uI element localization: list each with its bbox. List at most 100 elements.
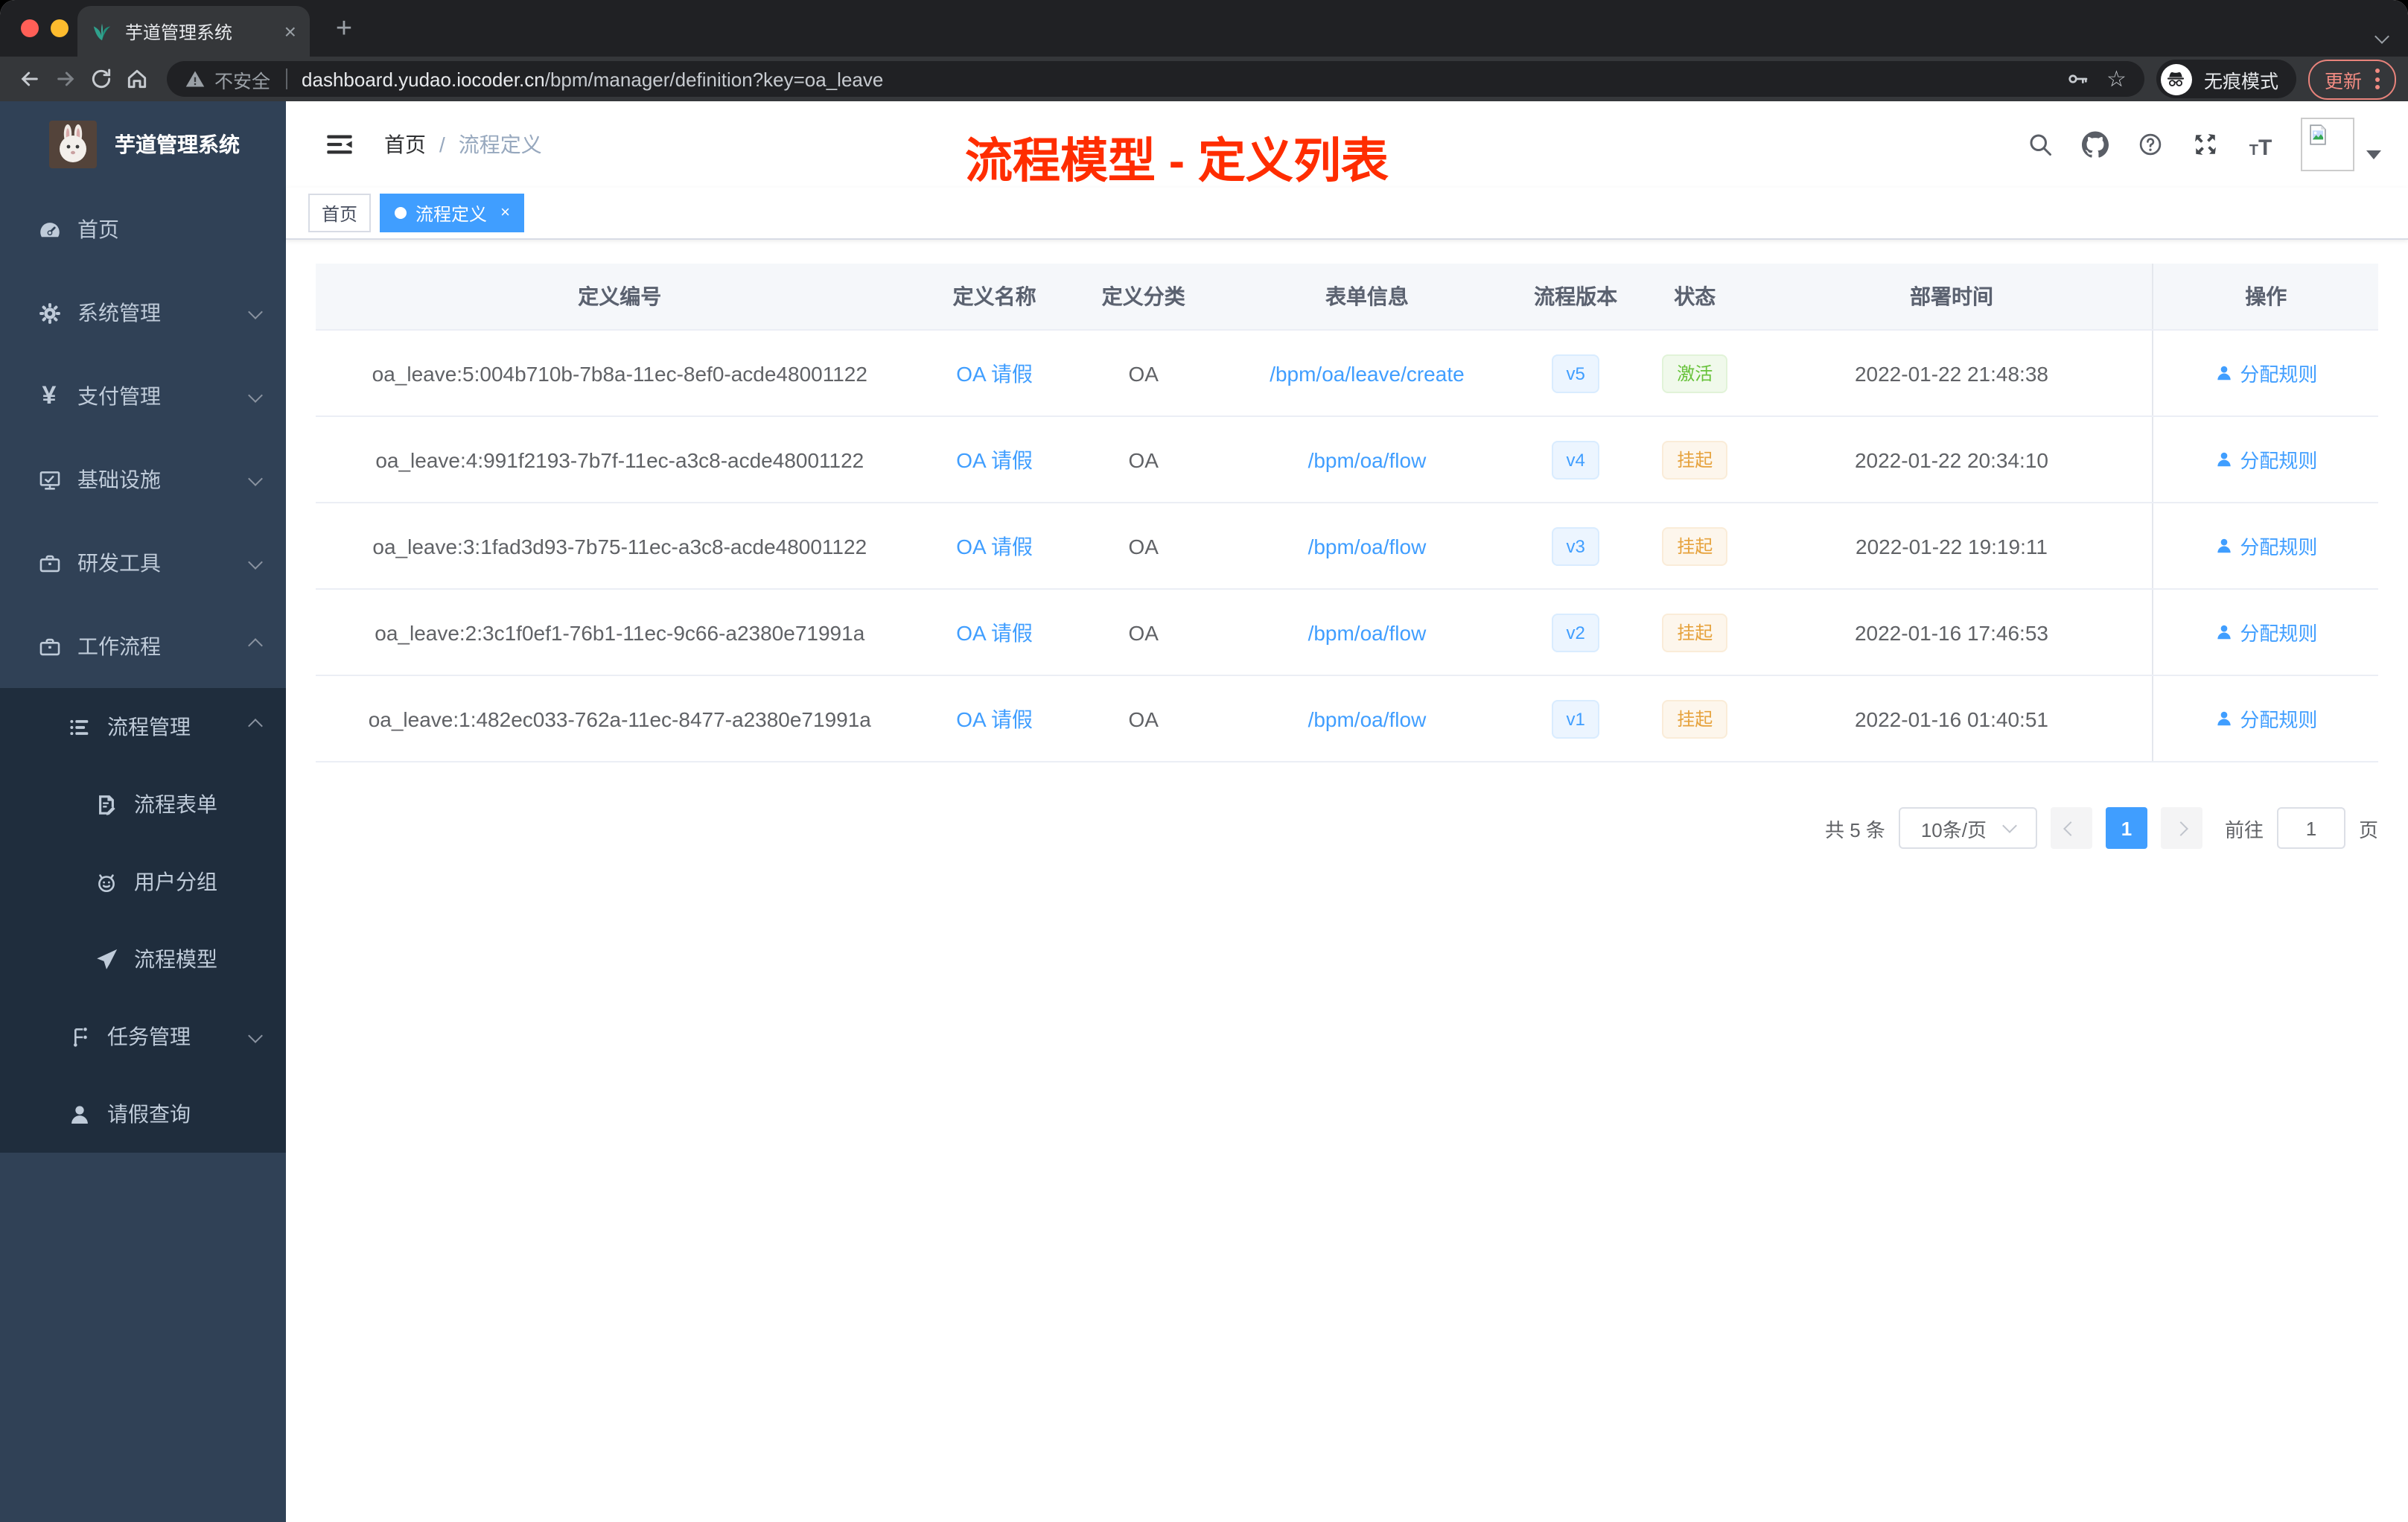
user-avatar-menu[interactable] <box>2301 118 2381 171</box>
sidebar-item-label: 请假查询 <box>107 1102 191 1126</box>
tag-close-icon[interactable]: × <box>500 204 510 222</box>
page-size-select[interactable]: 10条/页 <box>1898 807 2037 849</box>
sidebar-item-label: 支付管理 <box>77 384 161 408</box>
tab-title: 芋道管理系统 <box>125 22 233 42</box>
version-badge: v3 <box>1551 526 1600 565</box>
person-icon <box>2217 625 2231 640</box>
definition-name-link[interactable]: OA 请假 <box>956 448 1033 471</box>
next-page-button[interactable] <box>2160 807 2202 849</box>
security-label[interactable]: 不安全 <box>214 65 270 93</box>
page-number-1[interactable]: 1 <box>2105 807 2147 849</box>
table-row: oa_leave:4:991f2193-7b7f-11ec-a3c8-acde4… <box>316 416 2378 503</box>
sidebar-item-process-management[interactable]: 流程管理 <box>0 688 286 765</box>
back-button[interactable] <box>12 61 48 97</box>
person-icon <box>2217 366 2231 380</box>
minimize-window-button[interactable] <box>51 19 69 37</box>
page-annotation: 流程模型 - 定义列表 <box>965 134 1389 188</box>
definition-name-link[interactable]: OA 请假 <box>956 707 1033 730</box>
deploy-time: 2022-01-22 20:34:10 <box>1854 448 2048 471</box>
forward-button[interactable] <box>48 61 83 97</box>
column-header-6: 部署时间 <box>1751 264 2153 331</box>
sidebar-item-infrastructure[interactable]: 基础设施 <box>0 438 286 521</box>
form-link[interactable]: /bpm/oa/flow <box>1308 620 1427 644</box>
sidebar-item-system-management[interactable]: 系统管理 <box>0 271 286 354</box>
address-bar[interactable]: 不安全 dashboard.yudao.iocoder.cn /bpm/mana… <box>167 61 2144 97</box>
assign-rule-link[interactable]: 分配规则 <box>2214 532 2317 560</box>
url-divider <box>285 69 287 89</box>
assign-rule-link[interactable]: 分配规则 <box>2214 704 2317 733</box>
sidebar-item-leave-query[interactable]: 请假查询 <box>0 1075 286 1153</box>
sidebar-item-label: 流程管理 <box>107 715 191 739</box>
workflow-submenu: 流程管理流程表单 用户分组 流程模型 任务管理请假查询 <box>0 688 286 1153</box>
sidebar-item-task-management[interactable]: 任务管理 <box>0 998 286 1075</box>
chevron-down-icon <box>248 1028 263 1043</box>
tree-icon <box>66 1023 92 1050</box>
new-tab-button[interactable]: + <box>325 10 363 49</box>
sidebar-item-payment-management[interactable]: ¥ 支付管理 <box>0 354 286 438</box>
sidebar-item-process-form[interactable]: 流程表单 <box>0 765 286 843</box>
browser-menu-dots-icon[interactable] <box>2375 69 2380 89</box>
tab-close-icon[interactable]: × <box>284 21 296 42</box>
reload-button[interactable] <box>83 61 119 97</box>
home-button[interactable] <box>119 61 155 97</box>
sidebar-item-user-group[interactable]: 用户分组 <box>0 843 286 920</box>
chevron-left-icon <box>2064 821 2079 835</box>
definition-name-link[interactable]: OA 请假 <box>956 534 1033 558</box>
sidebar-fold-icon[interactable] <box>325 130 354 159</box>
close-window-button[interactable] <box>21 19 39 37</box>
deploy-time: 2022-01-22 19:19:11 <box>1856 534 2048 558</box>
breadcrumb-home[interactable]: 首页 <box>384 130 426 159</box>
deploy-time: 2022-01-16 01:40:51 <box>1854 707 2048 730</box>
assign-rule-link[interactable]: 分配规则 <box>2214 618 2317 646</box>
goto-label: 前往 <box>2224 818 2264 841</box>
chevron-down-icon <box>248 471 263 486</box>
sidebar-logo[interactable]: 芋道管理系统 <box>0 101 286 188</box>
version-badge: v2 <box>1551 613 1600 652</box>
definition-table: 定义编号 定义名称 定义分类 表单信息 流程版本 状态 部署时间 操作 oa_leave:5:… <box>316 264 2378 762</box>
sidebar-item-dev-tools[interactable]: 研发工具 <box>0 521 286 605</box>
font-size-icon[interactable]: TT <box>2246 130 2275 159</box>
chevron-down-icon <box>2366 150 2381 159</box>
assign-rule-link[interactable]: 分配规则 <box>2214 359 2317 387</box>
tab-search-chevron-icon[interactable] <box>2374 22 2389 49</box>
bookmark-star-icon[interactable]: ☆ <box>2106 68 2127 90</box>
goto-page-input[interactable] <box>2276 807 2345 849</box>
browser-tab[interactable]: 芋道管理系统 × <box>77 6 310 57</box>
tag-home[interactable]: 首页 <box>308 194 372 232</box>
form-icon <box>92 791 119 818</box>
password-key-icon[interactable] <box>2065 67 2089 91</box>
tag-process-definition[interactable]: 流程定义 × <box>380 194 525 232</box>
definition-name-link[interactable]: OA 请假 <box>956 361 1033 385</box>
search-icon[interactable] <box>2025 130 2055 159</box>
sidebar-item-label: 首页 <box>77 217 119 241</box>
definition-id: oa_leave:3:1fad3d93-7b75-11ec-a3c8-acde4… <box>372 534 867 558</box>
column-header-2: 定义分类 <box>1065 264 1222 331</box>
sidebar-item-workflow[interactable]: 工作流程 <box>0 605 286 688</box>
main-area: 首页 / 流程定义 TT 流程模型 - 定义列表 首页 流程定义 × 定义编号 … <box>286 101 2408 1522</box>
assign-rule-link[interactable]: 分配规则 <box>2214 445 2317 474</box>
column-header-1: 定义名称 <box>923 264 1066 331</box>
help-icon[interactable] <box>2135 130 2165 159</box>
incognito-label: 无痕模式 <box>2203 71 2278 92</box>
sidebar-item-process-model[interactable]: 流程模型 <box>0 920 286 998</box>
person-icon <box>2217 452 2231 467</box>
update-browser-button[interactable]: 更新 <box>2307 59 2396 99</box>
form-link[interactable]: /bpm/oa/flow <box>1308 448 1427 471</box>
column-header-0: 定义编号 <box>316 264 924 331</box>
github-icon[interactable] <box>2080 130 2110 159</box>
definition-id: oa_leave:5:004b710b-7b8a-11ec-8ef0-acde4… <box>372 361 867 385</box>
briefcase-icon <box>36 633 63 660</box>
status-badge: 激活 <box>1662 354 1728 392</box>
form-link[interactable]: /bpm/oa/flow <box>1308 534 1427 558</box>
table-header-row: 定义编号 定义名称 定义分类 表单信息 流程版本 状态 部署时间 操作 <box>316 264 2378 331</box>
fullscreen-icon[interactable] <box>2191 130 2220 159</box>
update-label: 更新 <box>2324 71 2362 92</box>
definition-name-link[interactable]: OA 请假 <box>956 620 1033 644</box>
definition-category: OA <box>1128 620 1159 644</box>
sidebar-item-home[interactable]: 首页 <box>0 188 286 271</box>
content-area: 定义编号 定义名称 定义分类 表单信息 流程版本 状态 部署时间 操作 oa_leave:5:… <box>286 240 2408 1522</box>
prev-page-button[interactable] <box>2050 807 2092 849</box>
form-link[interactable]: /bpm/oa/flow <box>1308 707 1427 730</box>
form-link[interactable]: /bpm/oa/leave/create <box>1270 361 1465 385</box>
incognito-badge: 无痕模式 <box>2156 60 2296 98</box>
